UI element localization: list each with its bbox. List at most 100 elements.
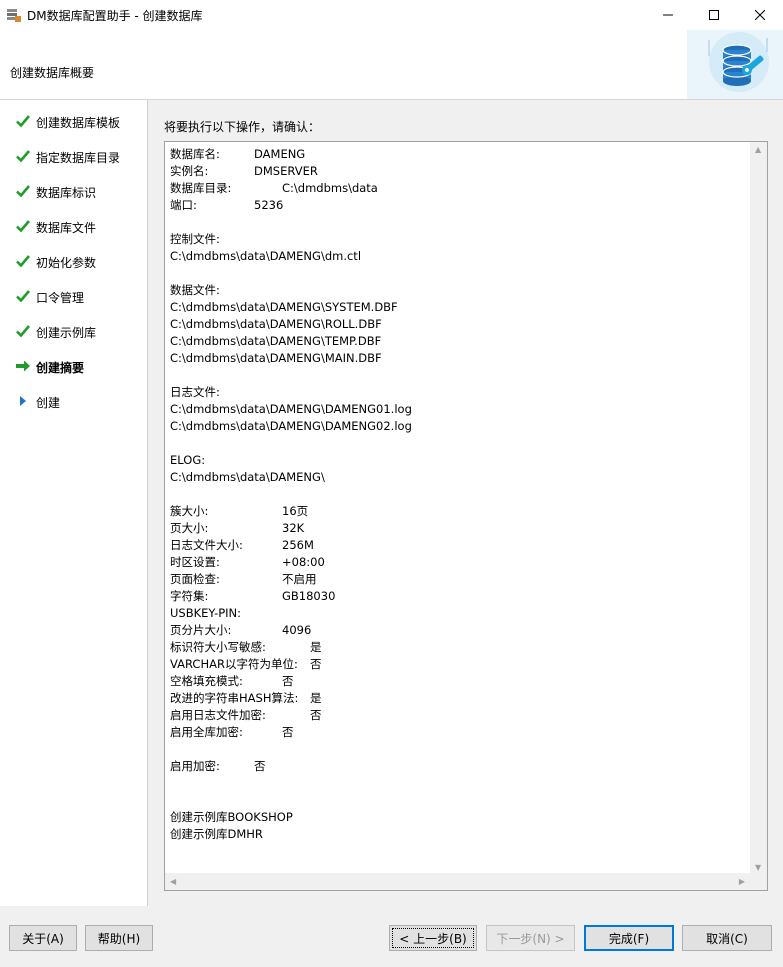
summary-blank	[170, 775, 750, 792]
summary-key: 页大小:	[170, 521, 209, 535]
close-button[interactable]	[737, 0, 783, 30]
summary-blank	[170, 367, 750, 384]
check-icon	[16, 255, 30, 268]
scrollbar-corner	[750, 873, 767, 890]
scroll-right-icon[interactable]: ▶	[739, 877, 745, 886]
cancel-button[interactable]: 取消(C)	[682, 925, 772, 951]
next-button[interactable]: 下一步(N) >	[486, 925, 575, 951]
wizard-steps-sidebar: 创建数据库模板 指定数据库目录 数据库标识 数据库文件 初始化参数 口令管理 创…	[0, 100, 148, 906]
summary-row-param: USBKEY-PIN:	[170, 605, 750, 622]
summary-key: 日志文件:	[170, 385, 220, 399]
summary-value: 否	[282, 725, 294, 739]
summary-row-param: 标识符大小写敏感: 是	[170, 639, 750, 656]
scroll-left-icon[interactable]: ◀	[170, 877, 176, 886]
triangle-right-icon	[20, 396, 26, 406]
summary-value: C:\dmdbms\data\DAMENG\dm.ctl	[170, 249, 362, 263]
summary-row-encrypt: 启用加密: 否	[170, 758, 750, 775]
summary-value: C:\dmdbms\data	[282, 181, 378, 195]
page-title: 创建数据库概要	[10, 66, 95, 80]
scroll-up-icon[interactable]: ▲	[755, 145, 761, 154]
summary-blank	[170, 435, 750, 452]
summary-textarea[interactable]: 数据库名: DAMENG 实例名: DMSERVER 数据库目录: C:\dmdbms…	[164, 141, 768, 891]
finish-button[interactable]: 完成(F)	[584, 925, 674, 951]
summary-key: 空格填充模式:	[170, 674, 243, 688]
summary-value: 否	[282, 674, 294, 688]
summary-row-log-file: C:\dmdbms\data\DAMENG\DAMENG02.log	[170, 418, 750, 435]
summary-value: 否	[310, 657, 322, 671]
summary-key: 数据库目录:	[170, 181, 232, 195]
step-item-init-params: 初始化参数	[0, 250, 147, 272]
check-icon	[16, 150, 30, 163]
check-icon	[16, 325, 30, 338]
summary-key: 日志文件大小:	[170, 538, 243, 552]
summary-key: ELOG:	[170, 453, 206, 467]
summary-row-port: 端口: 5236	[170, 197, 750, 214]
summary-value: 否	[310, 708, 322, 722]
summary-row-param: 页面检查: 不启用	[170, 571, 750, 588]
summary-value: 是	[310, 640, 322, 654]
summary-row-data-header: 数据文件:	[170, 282, 750, 299]
database-settings-icon	[687, 30, 783, 99]
confirm-prompt: 将要执行以下操作，请确认：	[164, 120, 321, 134]
summary-value: 否	[254, 759, 266, 773]
summary-row-control-file: C:\dmdbms\data\DAMENG\dm.ctl	[170, 248, 750, 265]
summary-key: 改进的字符串HASH算法:	[170, 691, 299, 705]
summary-row-elog: C:\dmdbms\data\DAMENG\	[170, 469, 750, 486]
summary-value: 4096	[282, 623, 312, 637]
summary-row-instance: 实例名: DMSERVER	[170, 163, 750, 180]
summary-value: 创建示例库DMHR	[170, 827, 263, 841]
summary-key: 字符集:	[170, 589, 209, 603]
summary-value: +08:00	[282, 555, 325, 569]
summary-value: GB18030	[282, 589, 336, 603]
summary-row-sample-db: 创建示例库BOOKSHOP	[170, 809, 750, 826]
maximize-icon	[709, 10, 719, 20]
summary-row-data-file: C:\dmdbms\data\DAMENG\TEMP.DBF	[170, 333, 750, 350]
minimize-icon	[663, 14, 673, 16]
summary-row-data-file: C:\dmdbms\data\DAMENG\ROLL.DBF	[170, 316, 750, 333]
step-label: 创建数据库模板	[36, 116, 121, 130]
summary-blank	[170, 214, 750, 231]
minimize-button[interactable]	[645, 0, 691, 30]
window-title: DM数据库配置助手 - 创建数据库	[27, 9, 203, 23]
summary-row-param: 页分片大小: 4096	[170, 622, 750, 639]
summary-key: 页分片大小:	[170, 623, 232, 637]
summary-text: 数据库名: DAMENG 实例名: DMSERVER 数据库目录: C:\dmdbms…	[170, 146, 750, 871]
summary-key: 控制文件:	[170, 232, 220, 246]
about-button[interactable]: 关于(A)	[9, 925, 77, 951]
arrow-right-icon	[16, 360, 30, 372]
summary-key: 启用日志文件加密:	[170, 708, 266, 722]
back-button[interactable]: < 上一步(B)	[389, 925, 477, 951]
step-item-create: 创建	[0, 390, 147, 412]
step-item-summary: 创建摘要	[0, 355, 147, 377]
vertical-scrollbar[interactable]: ▲ ▼	[750, 142, 767, 875]
summary-value: 不启用	[282, 572, 317, 586]
summary-value: C:\dmdbms\data\DAMENG\DAMENG01.log	[170, 402, 412, 416]
step-item-password: 口令管理	[0, 285, 147, 307]
summary-value: C:\dmdbms\data\DAMENG\	[170, 470, 325, 484]
summary-key: 数据库名:	[170, 147, 220, 161]
summary-value: C:\dmdbms\data\DAMENG\SYSTEM.DBF	[170, 300, 398, 314]
summary-value: 创建示例库BOOKSHOP	[170, 810, 293, 824]
summary-key: 时区设置:	[170, 555, 220, 569]
summary-key: 端口:	[170, 198, 197, 212]
summary-blank	[170, 792, 750, 809]
summary-row-db-name: 数据库名: DAMENG	[170, 146, 750, 163]
title-bar: DM数据库配置助手 - 创建数据库	[0, 0, 783, 30]
maximize-button[interactable]	[691, 0, 737, 30]
summary-value: 5236	[254, 198, 284, 212]
summary-value: DAMENG	[254, 147, 306, 161]
summary-value: C:\dmdbms\data\DAMENG\TEMP.DBF	[170, 334, 382, 348]
step-item-identifier: 数据库标识	[0, 180, 147, 202]
summary-value: C:\dmdbms\data\DAMENG\ROLL.DBF	[170, 317, 382, 331]
summary-value: DMSERVER	[254, 164, 318, 178]
summary-row-db-dir: 数据库目录: C:\dmdbms\data	[170, 180, 750, 197]
summary-blank	[170, 741, 750, 758]
summary-value: 32K	[282, 521, 305, 535]
help-button[interactable]: 帮助(H)	[85, 925, 153, 951]
scroll-down-icon[interactable]: ▼	[755, 863, 761, 872]
summary-key: 标识符大小写敏感:	[170, 640, 266, 654]
summary-value: 是	[310, 691, 322, 705]
check-icon	[16, 220, 30, 233]
summary-row-log-header: 日志文件:	[170, 384, 750, 401]
horizontal-scrollbar[interactable]: ◀ ▶	[165, 873, 750, 890]
